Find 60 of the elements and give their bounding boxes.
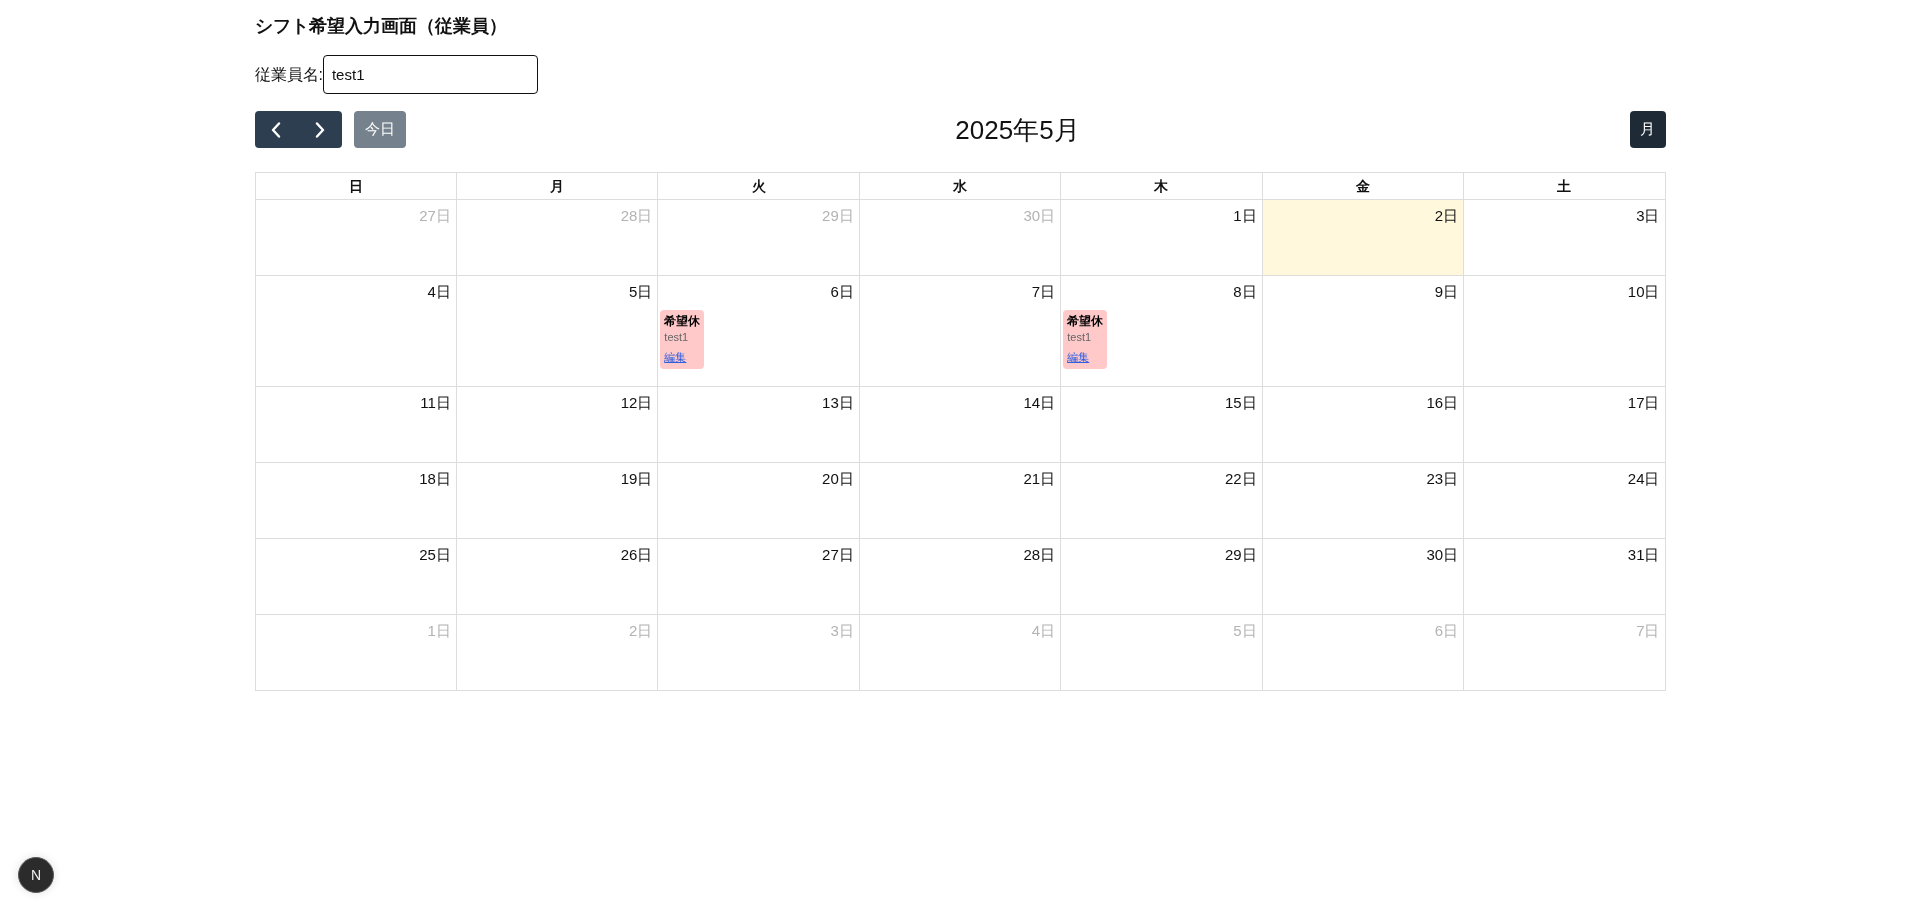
day-number: 14日 (1023, 393, 1056, 413)
day-number: 4日 (427, 282, 451, 302)
day-number: 24日 (1627, 469, 1660, 489)
day-number: 12日 (620, 393, 653, 413)
view-button[interactable]: 月 (1629, 111, 1666, 148)
day-number: 2日 (629, 621, 653, 641)
day-number: 5日 (1233, 621, 1257, 641)
day-number: 26日 (620, 545, 653, 565)
edit-link[interactable]: 編集 (1067, 349, 1090, 365)
day-number: 6日 (830, 282, 854, 302)
event-title: 希望休 (664, 313, 701, 330)
chevron-right-icon (314, 121, 325, 138)
event-employee-name: test1 (664, 330, 689, 344)
day-number: 28日 (620, 206, 653, 226)
day-number: 3日 (1636, 206, 1660, 226)
day-number: 21日 (1023, 469, 1056, 489)
day-number: 11日 (420, 393, 451, 413)
edit-link[interactable]: 編集 (664, 349, 687, 365)
month-title: 2025年5月 (955, 113, 1080, 146)
day-number: 9日 (1434, 282, 1459, 302)
day-number: 8日 (1233, 282, 1257, 302)
day-number: 27日 (419, 206, 451, 226)
day-number: 2日 (1434, 206, 1459, 226)
day-number: 1日 (1233, 206, 1257, 226)
day-number: 23日 (1426, 469, 1459, 489)
employee-name-label: 従業員名: (254, 64, 323, 85)
day-number: 13日 (822, 393, 854, 413)
event-card[interactable]: 希望休 test1 編集 (660, 310, 705, 369)
day-number: 3日 (830, 621, 854, 641)
event-title: 希望休 (1067, 313, 1104, 330)
event-employee-name: test1 (1067, 330, 1092, 344)
next-button[interactable] (298, 111, 342, 148)
day-number: 19日 (620, 469, 653, 489)
day-number: 27日 (822, 545, 854, 565)
previous-button[interactable] (254, 111, 298, 148)
day-number: 1日 (427, 621, 451, 641)
day-number: 29日 (1224, 545, 1257, 565)
day-number: 22日 (1224, 469, 1257, 489)
event-card[interactable]: 希望休 test1 編集 (1063, 310, 1108, 369)
chevron-left-icon (271, 121, 282, 138)
day-number: 15日 (1224, 393, 1257, 413)
day-number: 29日 (822, 206, 854, 226)
day-number: 28日 (1023, 545, 1056, 565)
day-number: 30日 (1426, 545, 1459, 565)
page-title: シフト希望入力画面（従業員） (254, 15, 507, 38)
day-number: 7日 (1636, 621, 1660, 641)
day-number: 7日 (1031, 282, 1056, 302)
employee-name-input[interactable]: test1 (322, 55, 538, 94)
day-number: 30日 (1023, 206, 1056, 226)
day-number: 18日 (419, 469, 451, 489)
day-number: 10日 (1627, 282, 1660, 302)
day-number: 31日 (1627, 545, 1660, 565)
day-number: 20日 (822, 469, 854, 489)
dev-tools-button[interactable]: N (18, 857, 54, 893)
day-number: 5日 (629, 282, 653, 302)
day-number: 16日 (1426, 393, 1459, 413)
day-number: 17日 (1627, 393, 1660, 413)
day-number: 6日 (1434, 621, 1459, 641)
day-number: 25日 (419, 545, 451, 565)
day-number: 4日 (1031, 621, 1056, 641)
